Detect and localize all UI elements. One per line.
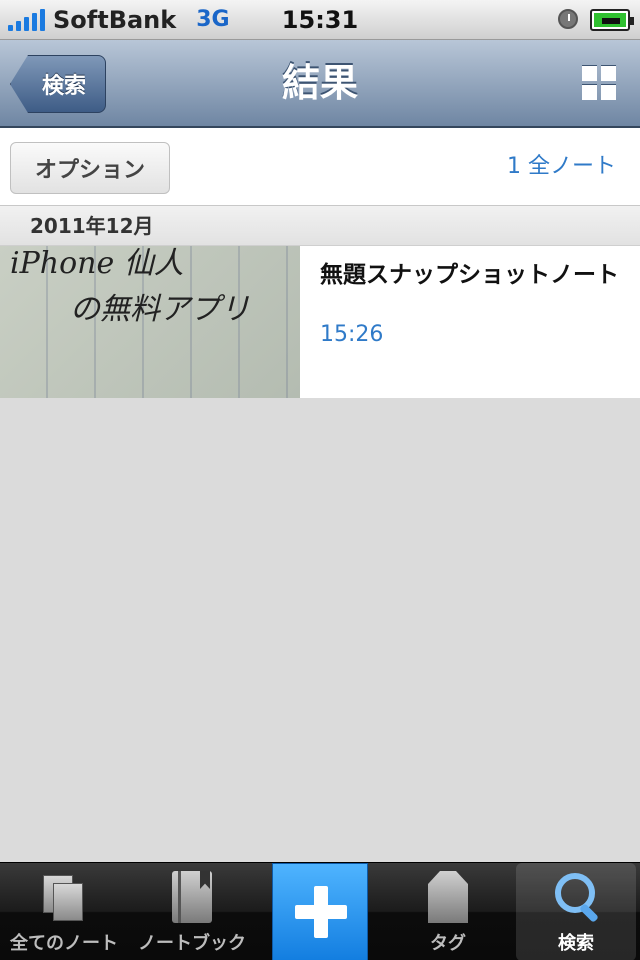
battery-icon: [590, 9, 634, 31]
add-note-button[interactable]: [272, 863, 368, 960]
options-button[interactable]: オプション: [10, 142, 170, 194]
tab-tags[interactable]: タグ: [384, 863, 512, 960]
list-item[interactable]: iPhone 仙人 の無料アプリ 無題スナップショットノート 15:26: [0, 246, 640, 398]
search-icon: [551, 871, 601, 923]
note-thumbnail: iPhone 仙人 の無料アプリ: [0, 246, 300, 398]
note-time: 15:26: [320, 322, 384, 347]
section-header: 2011年12月: [0, 206, 640, 246]
thumbnail-handwriting-line1: iPhone 仙人: [10, 246, 184, 281]
signal-strength-icon: [8, 8, 45, 31]
status-bar: SoftBank 3G 15:31: [0, 0, 640, 40]
alarm-icon: [558, 9, 578, 29]
tab-label: タグ: [430, 933, 466, 954]
tab-label: ノートブック: [138, 933, 246, 954]
notes-icon: [39, 871, 89, 923]
tab-label: 検索: [558, 933, 594, 954]
tab-bar: 全てのノート ノートブック タグ 検索: [0, 862, 640, 960]
tab-label: 全てのノート: [10, 933, 118, 954]
network-type: 3G: [196, 7, 230, 32]
tag-icon: [428, 871, 468, 923]
tab-notebooks[interactable]: ノートブック: [128, 863, 256, 960]
navigation-bar: 結果 検索: [0, 40, 640, 128]
notebook-icon: [172, 871, 212, 923]
note-count: 1 全ノート: [507, 154, 616, 179]
tab-all-notes[interactable]: 全てのノート: [0, 863, 128, 960]
options-bar: オプション 1 全ノート: [0, 128, 640, 206]
note-title: 無題スナップショットノート: [320, 262, 619, 288]
tab-search[interactable]: 検索: [516, 863, 636, 960]
thumbnail-handwriting-line2: の無料アプリ: [70, 292, 250, 327]
back-button[interactable]: 検索: [10, 55, 106, 113]
carrier-name: SoftBank: [53, 5, 177, 34]
grid-view-icon[interactable]: [582, 66, 616, 100]
